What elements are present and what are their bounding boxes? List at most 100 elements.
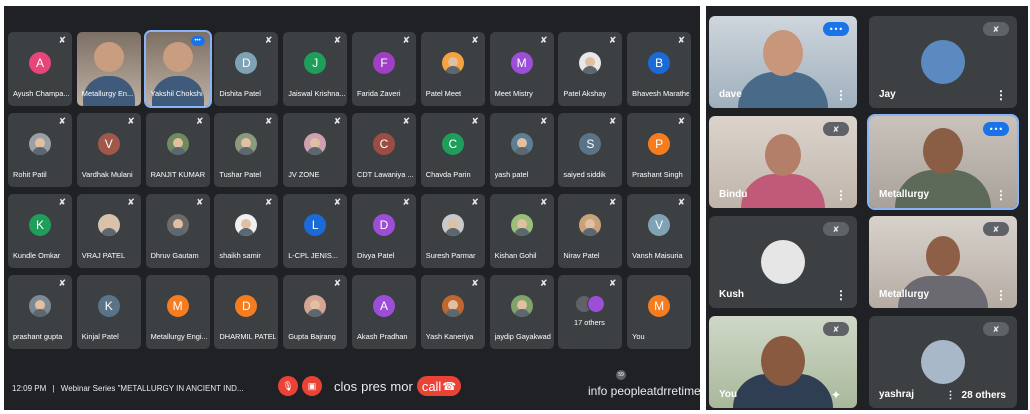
participant-tile[interactable]: Metallurgy En... <box>76 32 141 106</box>
more-options-icon[interactable]: ⋮ <box>995 88 1007 102</box>
more-options-icon[interactable]: ⋮ <box>946 390 956 401</box>
mic-off-icon: ✘ <box>127 198 135 208</box>
avatar: K <box>29 214 51 236</box>
video-feed-person <box>93 42 124 72</box>
participant-tile[interactable]: ✘ M Meet Mistry <box>489 32 554 106</box>
video-feed-person <box>923 128 963 174</box>
mic-off-icon: ✘ <box>333 36 342 46</box>
avatar: D <box>235 52 258 74</box>
avatar-photo <box>29 295 51 317</box>
participant-name: Chavda Parin <box>425 170 471 179</box>
participant-tile[interactable]: ✘ Rohit Patil <box>8 113 72 187</box>
participant-tile[interactable]: M Metallurgy Engi... <box>145 275 210 349</box>
participant-tile[interactable]: ✘ JV ZONE <box>283 113 348 187</box>
participant-tile[interactable]: ✘ Tushar Patel <box>214 113 279 187</box>
avatar: M <box>166 295 189 317</box>
avatar-photo <box>921 340 965 384</box>
participant-tile[interactable]: ✘ Ssaiyed siddik <box>558 113 623 187</box>
side-participant-tile[interactable]: ✘ Jay ⋮ <box>869 16 1017 108</box>
participant-tile[interactable]: ✘ shaikh samir <box>214 194 279 268</box>
participant-name: yash patel <box>494 170 529 179</box>
participant-name: Meet Mistry <box>494 89 533 98</box>
participant-name: Patel Meet <box>425 89 462 98</box>
participant-tile[interactable]: ✘ C Chavda Parin <box>420 113 485 187</box>
end-call-icon: ☎ <box>442 380 457 393</box>
mic-off-icon: ✘ <box>471 279 479 289</box>
participant-tile[interactable]: ✘ Kishan Gohil <box>489 194 554 268</box>
info-people-chat-controls[interactable]: info peopleatdrretimes <box>588 384 700 398</box>
participant-tile[interactable]: ✘ D Divya Patel <box>351 194 416 268</box>
participant-tile[interactable]: K Kinjal Patel <box>76 275 141 349</box>
participant-tile[interactable]: ✘ Suresh Parmar <box>420 194 485 268</box>
side-participant-grid: ••• dave ⋮ ✘ Jay ⋮ ✘ Bindu ⋮ ••• Metallurgy ⋮ ✘ Kush ⋮… <box>709 16 1019 408</box>
side-participant-tile[interactable]: ✘ yashraj ⋮ 28 others <box>869 316 1017 408</box>
effects-icon[interactable]: ✦ <box>831 388 841 402</box>
side-participant-tile[interactable]: ••• Metallurgy ⋮ <box>867 114 1019 210</box>
participant-tile[interactable]: ✘ A Ayush Champa... <box>8 32 72 106</box>
participant-tile[interactable]: D DHARMIL PATEL <box>214 275 279 349</box>
participant-tile[interactable]: ✘ Nirav Patel <box>558 194 623 268</box>
participant-name: Metallurgy Engi... <box>150 332 208 341</box>
avatar-photo <box>166 214 189 236</box>
more-options-icon[interactable]: ⋮ <box>995 288 1007 302</box>
participant-tile[interactable]: ✘ B Bhavesh Marathe <box>627 32 692 106</box>
more-participants[interactable]: ⋮ 28 others <box>946 389 1009 402</box>
participant-name: 17 others <box>573 318 605 327</box>
side-participant-tile[interactable]: ✘ Kush ⋮ <box>709 216 857 308</box>
video-feed-person <box>162 42 193 72</box>
avatar-photo <box>510 295 533 317</box>
side-controls[interactable]: info peopleatdrretimes <box>588 384 700 398</box>
participant-tile[interactable]: ✘ RANJIT KUMAR <box>145 113 210 187</box>
more-options-icon[interactable]: ⋮ <box>835 88 847 102</box>
participant-tile[interactable]: A Akash Pradhan <box>351 275 416 349</box>
participant-tile[interactable]: ✘ Patel Meet <box>420 32 485 106</box>
avatar-photo <box>304 133 327 155</box>
participant-name: Patel Akshay <box>563 89 607 98</box>
participant-tile[interactable]: ✘ L L-CPL JENIS... <box>283 194 348 268</box>
avatar: L <box>304 214 327 236</box>
participant-tile[interactable]: M You <box>627 275 692 349</box>
side-participant-tile[interactable]: ••• dave ⋮ <box>709 16 857 108</box>
present-button[interactable]: pres <box>361 379 386 394</box>
participant-tile[interactable]: ✘ 17 others <box>558 275 623 349</box>
mic-off-icon: ✘ <box>540 279 548 289</box>
mic-off-icon: ✘ <box>823 222 849 236</box>
participant-name: Jay <box>879 89 896 100</box>
participant-tile[interactable]: ✘ prashant gupta <box>8 275 72 349</box>
participant-tile[interactable]: ✘ Dhruv Gautam <box>145 194 210 268</box>
mic-off-icon: ✘ <box>333 198 342 208</box>
participant-tile[interactable]: ✘ VRAJ PATEL <box>76 194 141 268</box>
participant-tile[interactable]: ✘ P Prashant Singh <box>627 113 692 187</box>
participant-tile[interactable]: ••• Yakshil Chokshi <box>143 30 212 108</box>
avatar: D <box>372 214 395 236</box>
participant-tile[interactable]: ✘ Patel Akshay <box>558 32 623 106</box>
meeting-grid-panel: ✘ A Ayush Champa... Metallurgy En... ••• Yaks… <box>4 6 700 410</box>
more-options-icon[interactable]: ⋮ <box>835 288 847 302</box>
mic-off-icon: ✘ <box>264 36 273 46</box>
leave-call-button[interactable]: call ☎ <box>416 376 462 396</box>
participant-name: Kundle Omkar <box>13 251 61 260</box>
participant-tile[interactable]: ✘ Gupta Bajrang <box>283 275 348 349</box>
participant-tile[interactable]: ✘ J Jaiswal Krishna... <box>283 32 348 106</box>
side-participant-tile[interactable]: ✘ You ✦ <box>709 316 857 408</box>
participant-tile[interactable]: ✘ Yash Kaneriya <box>420 275 485 349</box>
more-options-button[interactable]: mor <box>390 379 412 394</box>
participant-tile[interactable]: ✘ F Farida Zaveri <box>351 32 416 106</box>
participant-tile[interactable]: ✘ K Kundle Omkar <box>8 194 72 268</box>
captions-button[interactable]: clos <box>334 379 357 394</box>
participant-tile[interactable]: ✘ D Dishita Patel <box>214 32 279 106</box>
more-options-icon[interactable]: ⋮ <box>835 188 847 202</box>
side-participant-tile[interactable]: ✘ Bindu ⋮ <box>709 116 857 208</box>
participant-tile[interactable]: ✘ jaydip Gayakwad <box>489 275 554 349</box>
participant-tile[interactable]: ✘ C CDT Lawaniya ... <box>351 113 416 187</box>
participant-name: shaikh samir <box>219 251 261 260</box>
mic-toggle-button[interactable]: 🎙 <box>278 376 298 396</box>
participant-tile[interactable]: ✘ V Vardhak Mulani <box>76 113 141 187</box>
participant-name: JV ZONE <box>288 170 320 179</box>
more-options-icon[interactable]: ⋮ <box>995 188 1007 202</box>
side-participant-tile[interactable]: ✘ Metallurgy ⋮ <box>869 216 1017 308</box>
participant-name: Rohit Patil <box>13 170 47 179</box>
participant-tile[interactable]: ✘ yash patel <box>489 113 554 187</box>
camera-toggle-button[interactable]: ▣ <box>302 376 322 396</box>
participant-tile[interactable]: ✘ V Vansh Maisuria <box>627 194 692 268</box>
